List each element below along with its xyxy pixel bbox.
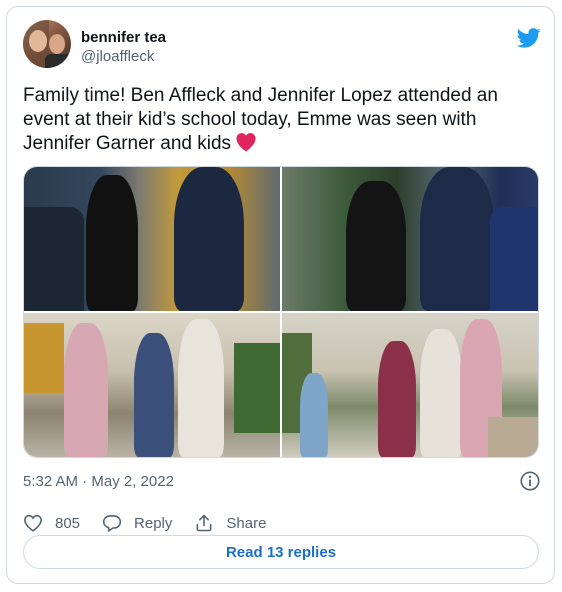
info-icon[interactable] [519, 470, 541, 492]
photo-1-car [24, 207, 84, 311]
photo-1-figure-woman [86, 175, 138, 311]
photo-3[interactable] [24, 313, 280, 457]
photo-4-figure-kid-red [378, 341, 416, 457]
photo-2[interactable] [282, 167, 538, 311]
photo-3-figure-teen [178, 319, 224, 457]
reply-label: Reply [134, 514, 173, 532]
photo-1-figure-man [174, 167, 244, 311]
author-display-name[interactable]: bennifer tea [81, 29, 166, 46]
photo-grid [23, 166, 539, 458]
photo-3-bus [24, 323, 64, 393]
read-replies-button[interactable]: Read 13 replies [23, 535, 539, 569]
photo-4-figure-teen [420, 329, 462, 457]
photo-2-figure-man [420, 167, 494, 311]
tweet-timestamp[interactable]: 5:32 AM · May 2, 2022 [23, 473, 174, 490]
photo-1[interactable] [24, 167, 280, 311]
share-label: Share [226, 514, 267, 532]
share-icon [196, 514, 212, 532]
photo-3-figure-child [134, 333, 174, 457]
avatar-face-right [49, 34, 65, 54]
share-button[interactable]: Share [194, 513, 266, 533]
like-count: 805 [55, 514, 81, 532]
photo-3-hedge [234, 343, 280, 433]
tweet-actions: 805 Reply Share [23, 511, 288, 535]
tweet-body: Family time! Ben Affleck and Jennifer Lo… [23, 85, 498, 154]
heart-outline-icon [24, 514, 42, 532]
tweet-card: bennifer tea @jloaffleck Family time! Be… [6, 6, 555, 584]
photo-4[interactable] [282, 313, 538, 457]
photo-2-car [490, 207, 538, 311]
like-button[interactable]: 805 [23, 513, 80, 533]
avatar-shirt [45, 54, 71, 68]
photo-4-sign [488, 417, 538, 457]
photo-2-figure-woman [346, 181, 406, 311]
twitter-bird-icon[interactable] [517, 27, 541, 49]
photo-4-figure-child [300, 373, 328, 457]
avatar-face-left [29, 30, 47, 52]
reply-bubble-icon [102, 515, 122, 532]
reply-button[interactable]: Reply [102, 513, 172, 533]
author-handle[interactable]: @jloaffleck [81, 48, 154, 65]
author-avatar[interactable] [23, 20, 71, 68]
read-replies-label: Read 13 replies [225, 543, 337, 561]
red-heart-emoji-icon [236, 133, 256, 152]
tweet-text: Family time! Ben Affleck and Jennifer Lo… [23, 84, 543, 156]
photo-3-figure-woman-pink [64, 323, 108, 457]
